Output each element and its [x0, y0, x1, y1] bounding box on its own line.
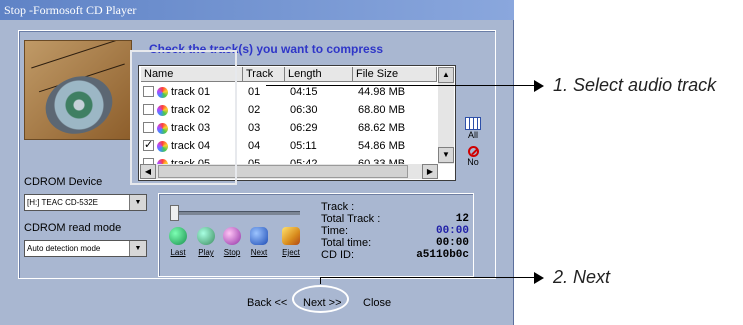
- callout-arrow-1-icon: [534, 80, 544, 92]
- track-number: 02: [248, 104, 261, 116]
- title-bar: Stop -Formosoft CD Player: [0, 0, 514, 20]
- total-track-value: 12: [455, 213, 469, 225]
- next-track-label: Next: [250, 248, 268, 257]
- next-icon: [250, 227, 268, 245]
- play-label: Play: [198, 248, 214, 257]
- album-art: [24, 40, 132, 140]
- column-header-file-size[interactable]: File Size: [353, 67, 437, 82]
- cdrom-device-label: CDROM Device: [24, 176, 103, 188]
- track-length: 06:29: [290, 122, 318, 134]
- window-title: Stop -Formosoft CD Player: [4, 3, 137, 17]
- track-file-size: 68.62 MB: [358, 122, 406, 134]
- last-label: Last: [170, 248, 186, 257]
- scroll-up-icon[interactable]: ▲: [438, 67, 454, 83]
- last-button[interactable]: Last: [164, 227, 192, 261]
- select-all-button[interactable]: All: [462, 117, 484, 140]
- next-highlight-oval: [292, 285, 349, 313]
- cdrom-device-value: [H:] TEAC CD-532E: [27, 198, 98, 207]
- time-value: 00:00: [435, 225, 469, 237]
- eject-button[interactable]: Eject: [277, 227, 305, 261]
- track-label: Track :: [321, 201, 355, 213]
- callout-line-1: [266, 85, 536, 86]
- position-slider-track[interactable]: [170, 211, 300, 215]
- last-icon: [169, 227, 187, 245]
- next-track-button[interactable]: Next: [245, 227, 273, 261]
- cdrom-read-mode-select[interactable]: Auto detection mode ▼: [24, 240, 147, 257]
- stop-label: Stop: [223, 248, 241, 257]
- cdrom-read-mode-label: CDROM read mode: [24, 222, 122, 234]
- total-time-label: Total time:: [321, 237, 372, 249]
- track-number: 05: [248, 158, 261, 164]
- track-info-panel: Track : Total Track : 12 Time: 00:00 Total…: [321, 201, 471, 261]
- callout-line-2: [320, 277, 536, 278]
- no-entry-icon: [467, 146, 479, 157]
- stop-button[interactable]: Stop: [218, 227, 246, 261]
- track-number: 01: [248, 86, 261, 98]
- callout-line-2-vertical: [320, 278, 321, 284]
- scroll-right-icon[interactable]: ▶: [422, 164, 438, 179]
- grid-icon: [465, 117, 481, 130]
- column-header-track[interactable]: Track: [243, 67, 285, 82]
- cd-id-value: a5110b0c: [416, 249, 469, 261]
- track-number: 04: [248, 140, 261, 152]
- track-length: 05:42: [290, 158, 318, 164]
- position-slider-thumb[interactable]: [170, 205, 179, 221]
- cdrom-device-select[interactable]: [H:] TEAC CD-532E ▼: [24, 194, 147, 211]
- play-icon: [197, 227, 215, 245]
- callout-arrow-2-icon: [534, 272, 544, 284]
- column-header-length[interactable]: Length: [285, 67, 353, 82]
- select-none-button[interactable]: No: [462, 146, 484, 167]
- select-none-label: No: [467, 157, 479, 167]
- track-file-size: 54.86 MB: [358, 140, 406, 152]
- eject-icon: [282, 227, 300, 245]
- total-track-label: Total Track :: [321, 213, 381, 225]
- close-button[interactable]: Close: [363, 297, 391, 309]
- vertical-scrollbar[interactable]: ▲ ▼: [438, 67, 454, 164]
- selection-highlight: [130, 50, 237, 185]
- stop-icon: [223, 227, 241, 245]
- dropdown-arrow-icon: ▼: [129, 195, 146, 210]
- track-file-size: 68.80 MB: [358, 104, 406, 116]
- total-time-value: 00:00: [435, 237, 469, 249]
- play-button[interactable]: Play: [192, 227, 220, 261]
- track-file-size: 60.33 MB: [358, 158, 406, 164]
- cd-id-label: CD ID:: [321, 249, 354, 261]
- step-1-annotation: 1. Select audio track: [553, 75, 717, 95]
- eject-label: Eject: [282, 248, 300, 257]
- cdrom-read-mode-value: Auto detection mode: [27, 244, 101, 253]
- scroll-down-icon[interactable]: ▼: [438, 147, 454, 163]
- track-number: 03: [248, 122, 261, 134]
- select-all-label: All: [467, 130, 478, 140]
- dropdown-arrow-icon: ▼: [129, 241, 146, 256]
- step-2-annotation: 2. Next: [553, 267, 611, 287]
- track-length: 06:30: [290, 104, 318, 116]
- back-button[interactable]: Back <<: [247, 297, 287, 309]
- track-length: 05:11: [290, 140, 317, 152]
- time-label: Time:: [321, 225, 349, 237]
